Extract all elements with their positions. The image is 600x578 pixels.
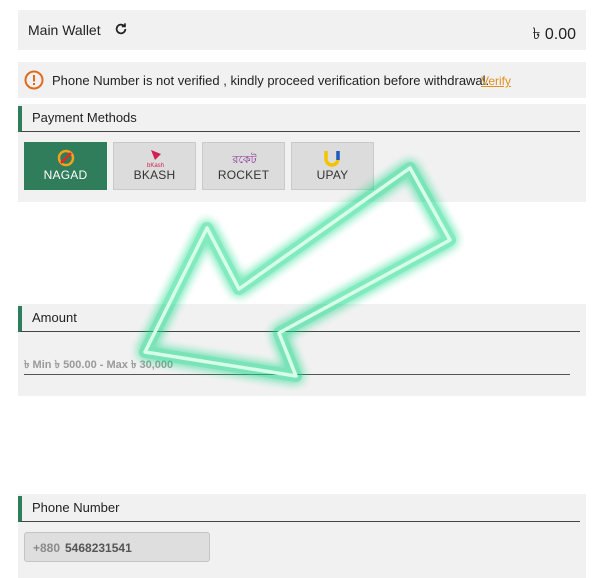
phone-number-field[interactable]: +880 5468231541 (24, 532, 210, 562)
amount-input[interactable]: ৳ Min ৳ 500.00 - Max ৳ 30,000 (24, 356, 173, 375)
method-bkash[interactable]: bKash BKASH (113, 142, 196, 190)
amount-input-underline (24, 374, 570, 375)
method-nagad[interactable]: NAGAD (24, 142, 107, 190)
rocket-logo-icon: রকেট (231, 153, 257, 166)
phone-number-value: 5468231541 (65, 541, 132, 555)
method-rocket[interactable]: রকেট ROCKET (202, 142, 285, 190)
section-header: Payment Methods (18, 106, 580, 132)
wallet-balance: ৳ 0.00 (532, 26, 576, 43)
method-label: UPAY (316, 168, 349, 182)
section-header: Phone Number (18, 496, 580, 522)
verify-link[interactable]: Verify (481, 74, 511, 88)
method-label: NAGAD (43, 168, 88, 182)
section-header: Amount (18, 306, 580, 332)
phone-number-title: Phone Number (32, 500, 120, 515)
upay-logo-icon (324, 151, 340, 167)
notice-message: Phone Number is not verified , kindly pr… (52, 73, 490, 88)
verification-notice: Phone Number is not verified , kindly pr… (18, 62, 586, 98)
nagad-logo-icon (57, 149, 75, 167)
rocket-logo-text: রকেট (231, 153, 257, 166)
country-code: +880 (33, 541, 61, 555)
main-wallet-bar: Main Wallet ৳ 0.00 (18, 10, 586, 50)
method-label: BKASH (133, 168, 176, 182)
wallet-label: Main Wallet (28, 22, 101, 38)
payment-methods-title: Payment Methods (32, 110, 137, 125)
phone-number-section: Phone Number +880 5468231541 (18, 494, 586, 578)
method-upay[interactable]: UPAY (291, 142, 374, 190)
payment-methods-section: Payment Methods NAGAD bKash BKASH রকেট R… (18, 104, 586, 202)
method-label: ROCKET (217, 168, 270, 182)
warning-icon (24, 70, 44, 90)
amount-title: Amount (32, 310, 77, 325)
refresh-icon[interactable] (114, 22, 128, 36)
bkash-logo-icon: bKash (147, 150, 164, 168)
amount-section: Amount ৳ Min ৳ 500.00 - Max ৳ 30,000 (18, 304, 586, 396)
